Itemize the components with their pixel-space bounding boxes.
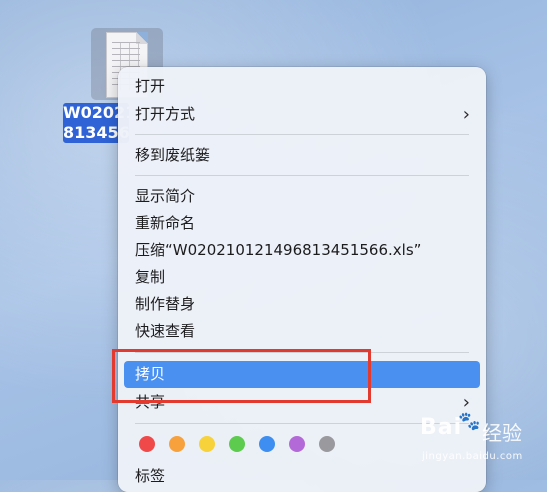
chevron-right-icon: › [462, 104, 470, 125]
menu-item-make-alias[interactable]: 制作替身 [124, 291, 480, 318]
menu-item-open[interactable]: 打开 [124, 73, 480, 100]
menu-item-open-with[interactable]: 打开方式 › [124, 101, 480, 128]
menu-item-move-to-trash[interactable]: 移到废纸篓 [124, 142, 480, 169]
menu-item-quick-look[interactable]: 快速查看 [124, 318, 480, 345]
menu-item-duplicate[interactable]: 复制 [124, 264, 480, 291]
menu-item-get-info[interactable]: 显示简介 [124, 183, 480, 210]
watermark-logo: Bai [420, 415, 463, 440]
menu-item-label: 标签 [135, 467, 166, 485]
menu-item-label: 压缩“W020210121496813451566.xls” [135, 241, 422, 259]
tag-dot-purple[interactable] [289, 436, 305, 452]
menu-separator [135, 134, 469, 135]
watermark-url: jingyan.baidu.com [422, 451, 523, 462]
baidu-watermark: Bai 🐾 经验 jingyan.baidu.com [420, 411, 545, 475]
menu-item-label: 快速查看 [135, 322, 196, 340]
menu-item-label: 制作替身 [135, 295, 196, 313]
tag-dot-orange[interactable] [169, 436, 185, 452]
tag-dot-gray[interactable] [319, 436, 335, 452]
tag-dot-red[interactable] [139, 436, 155, 452]
menu-item-label: 打开 [135, 77, 166, 95]
menu-item-label: 复制 [135, 268, 166, 286]
menu-item-label: 打开方式 [135, 105, 196, 123]
annotation-highlight-box [112, 349, 371, 403]
menu-item-label: 显示简介 [135, 187, 196, 205]
tag-dot-green[interactable] [229, 436, 245, 452]
menu-separator [135, 175, 469, 176]
menu-separator [135, 423, 469, 424]
menu-item-label: 重新命名 [135, 214, 196, 232]
menu-item-label: 移到废纸篓 [135, 146, 211, 164]
tag-dot-blue[interactable] [259, 436, 275, 452]
menu-item-rename[interactable]: 重新命名 [124, 210, 480, 237]
watermark-cn: 经验 [482, 421, 522, 445]
tag-dot-yellow[interactable] [199, 436, 215, 452]
menu-item-compress[interactable]: 压缩“W020210121496813451566.xls” [124, 237, 480, 264]
paw-icon: 🐾 [458, 411, 481, 432]
